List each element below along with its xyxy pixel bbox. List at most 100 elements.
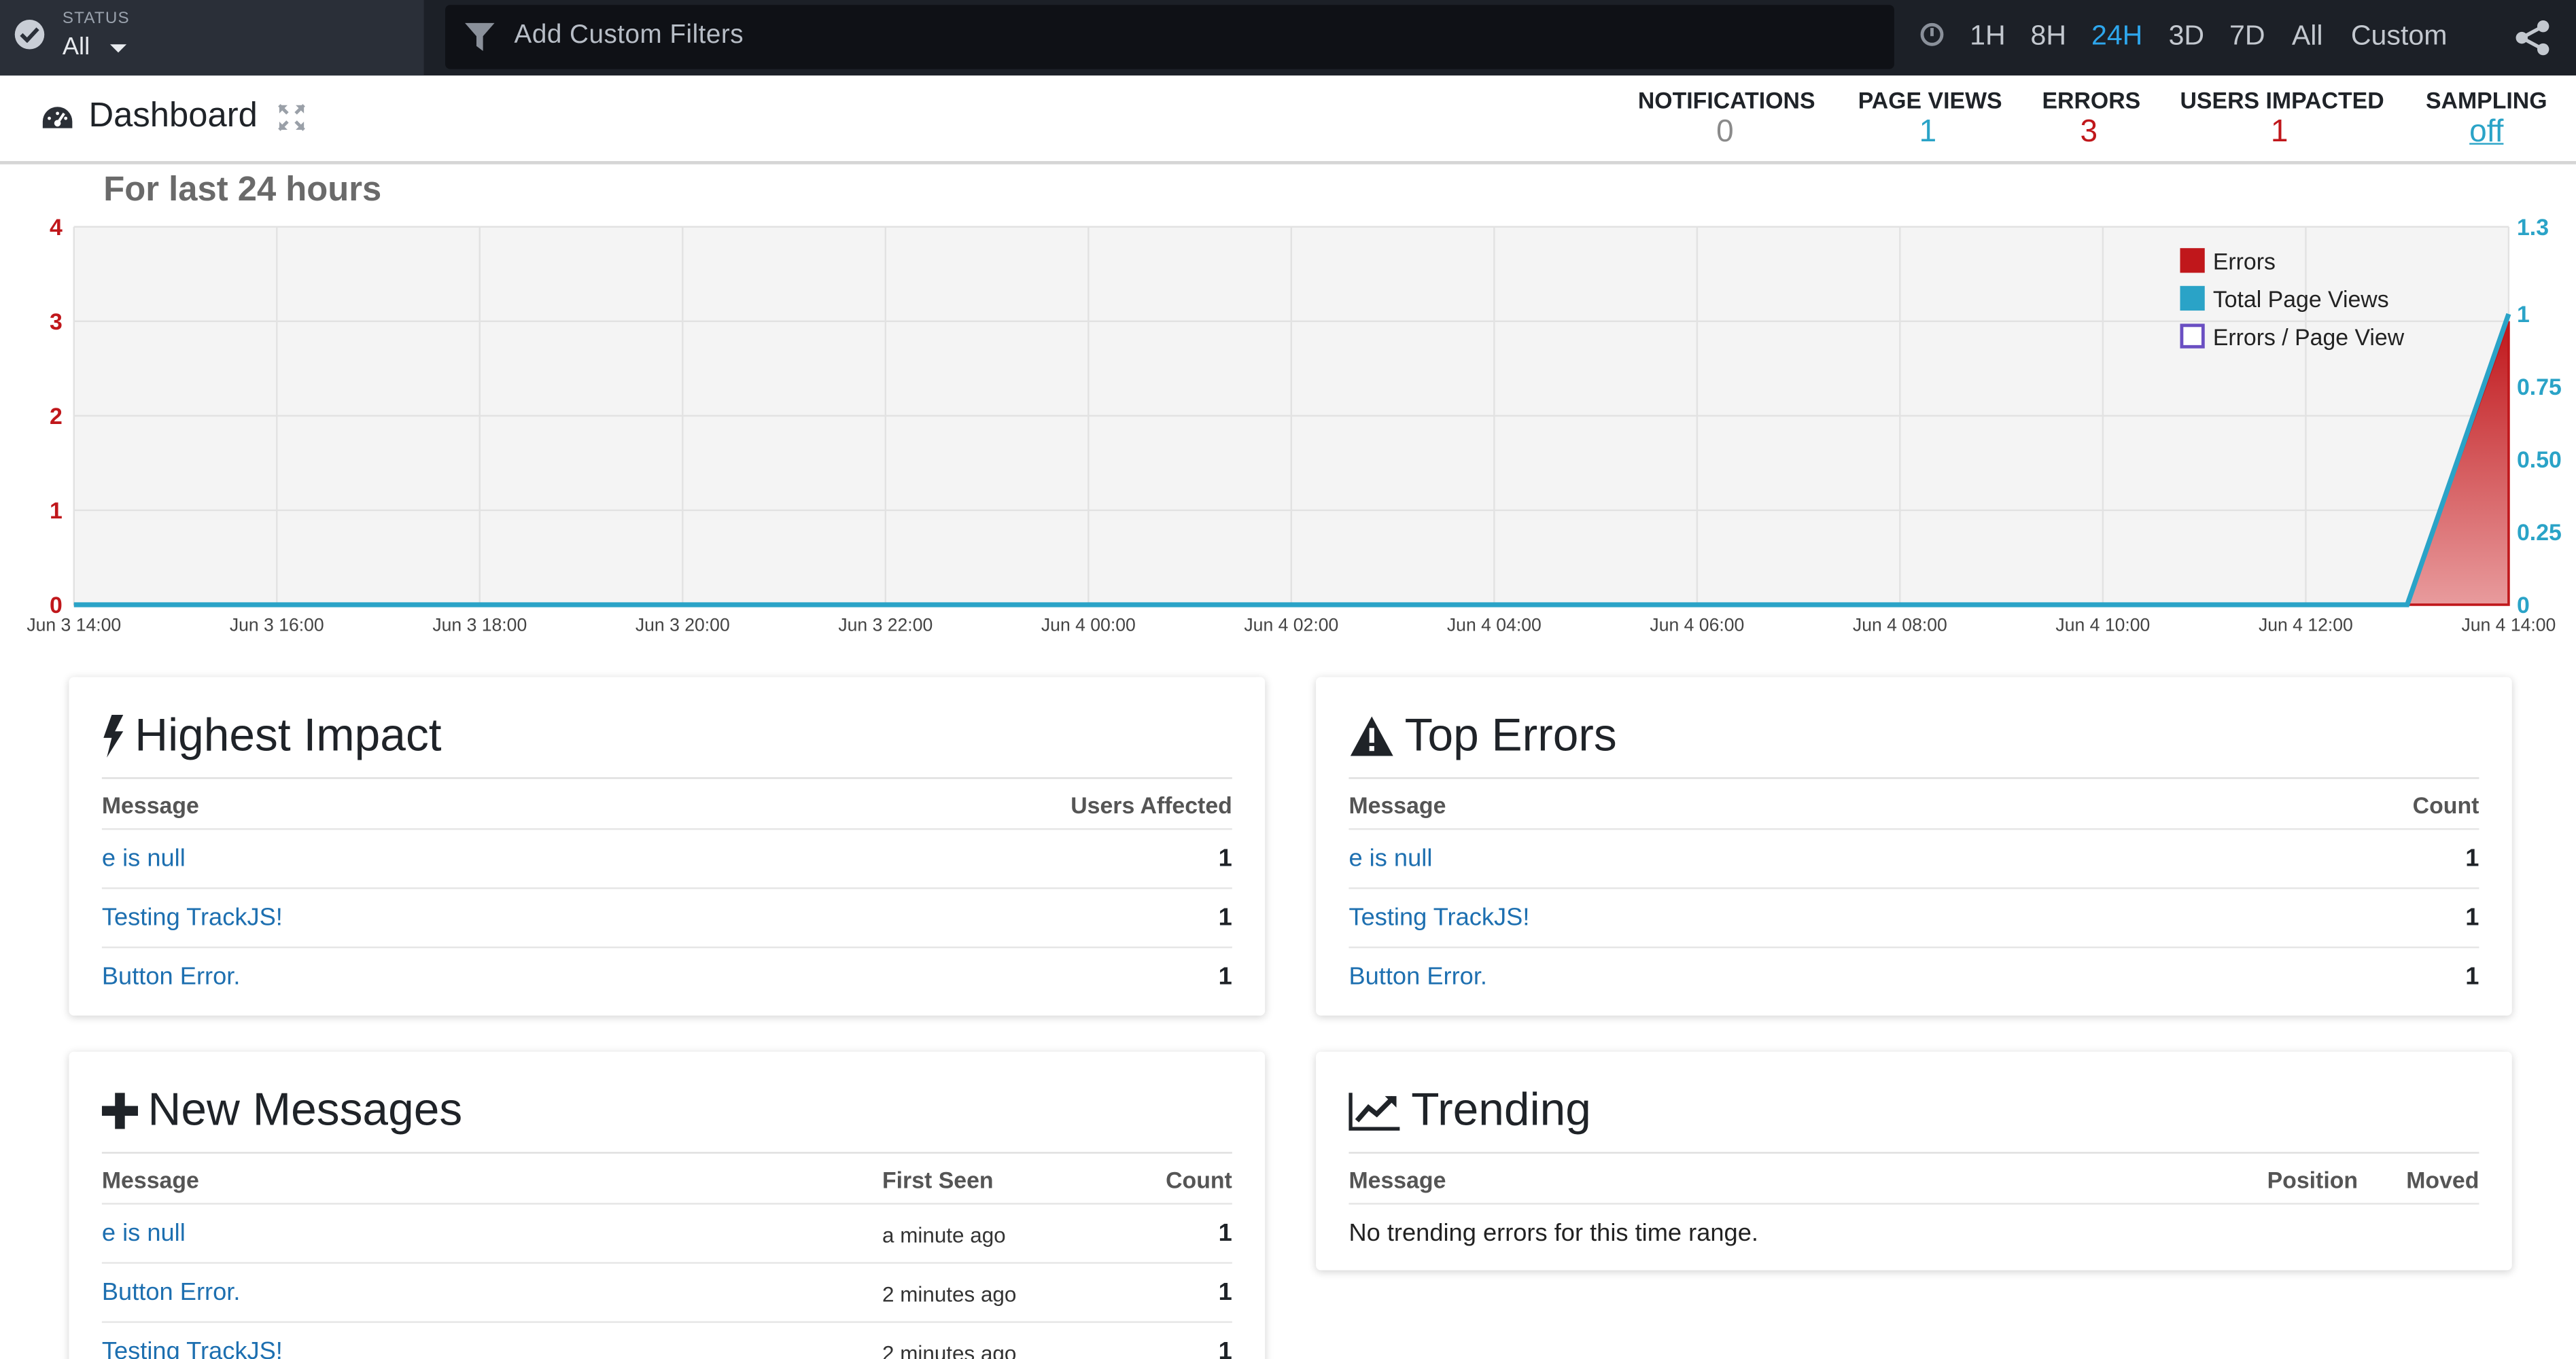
range-24h[interactable]: 24H: [2091, 20, 2142, 52]
table-row: Button Error. 1: [102, 948, 1232, 1006]
panel-new-messages: New Messages Message First Seen Count e …: [69, 1051, 1266, 1359]
column-header[interactable]: Position: [2267, 1167, 2359, 1193]
panel-title: Highest Impact: [102, 707, 442, 762]
range-custom[interactable]: Custom: [2351, 20, 2448, 52]
table-row: Testing TrackJS! 2 minutes ago 1: [102, 1323, 1232, 1359]
errors-chart: 0123400.250.500.7511.3Jun 3 14:00 Jun 3 1…: [27, 215, 2562, 635]
y-right-tick-label: 0.25: [2517, 520, 2562, 546]
panel-trending: Trending Message Position Moved No trend…: [1316, 1051, 2512, 1271]
legend-label: Total Page Views: [2213, 287, 2389, 313]
table-header: Message First Seen Count: [101, 1154, 1232, 1205]
plus-icon: [101, 1092, 139, 1129]
trending-chart-icon: [1348, 1092, 1400, 1130]
stat-label: ERRORS: [2042, 87, 2141, 113]
x-tick-label: Jun 3 20:00: [636, 615, 730, 635]
page-title: Dashboard: [88, 96, 258, 135]
stat-label: USERS IMPACTED: [2180, 87, 2384, 113]
y-left-tick-label: 1: [50, 498, 63, 524]
column-header[interactable]: Count: [2413, 792, 2479, 819]
range-8h[interactable]: 8H: [2031, 20, 2067, 52]
error-message-link[interactable]: e is null: [102, 1219, 186, 1247]
x-tick-label: Jun 4 02:00: [1244, 615, 1338, 635]
highest-impact-table: Message Users Affected e is null 1 Testi…: [101, 777, 1232, 1006]
error-message-link[interactable]: e is null: [1348, 845, 1432, 872]
stat-errors[interactable]: ERRORS 3: [2042, 87, 2141, 151]
table-row: No trending errors for this time range.: [1348, 1205, 2479, 1263]
stat-label: SAMPLING: [2425, 87, 2547, 113]
x-tick-label: Jun 4 08:00: [1853, 615, 1947, 635]
y-left-tick-label: 2: [50, 404, 63, 429]
empty-state-message: No trending errors for this time range.: [1348, 1219, 1758, 1248]
column-header[interactable]: Message: [1348, 792, 1446, 819]
error-message-link[interactable]: Button Error.: [102, 963, 241, 991]
status-filter[interactable]: STATUS All: [0, 0, 424, 76]
users-affected-count: 1: [1218, 845, 1232, 873]
column-header[interactable]: Users Affected: [1071, 792, 1232, 819]
column-header[interactable]: First Seen: [882, 1167, 994, 1193]
stat-page-views[interactable]: PAGE VIEWS 1: [1858, 87, 2002, 151]
filter-placeholder: Add Custom Filters: [514, 21, 744, 50]
error-count: 1: [2465, 904, 2479, 932]
stat-label: PAGE VIEWS: [1858, 87, 2002, 113]
y-right-tick-label: 1: [2517, 302, 2530, 328]
filter-icon: [465, 22, 495, 51]
expand-icon[interactable]: [277, 103, 305, 131]
panel-title-text: Highest Impact: [135, 709, 442, 760]
status-label: STATUS: [62, 10, 130, 29]
message-count: 1: [1218, 1337, 1232, 1359]
clock-icon: [1920, 22, 1944, 46]
table-row: e is null a minute ago 1: [101, 1205, 1232, 1264]
stat-value[interactable]: off: [2425, 115, 2548, 151]
error-count: 1: [2465, 963, 2479, 991]
column-header[interactable]: Message: [102, 1167, 199, 1193]
chart-title: For last 24 hours: [103, 171, 382, 209]
stat-value: 3: [2080, 115, 2098, 150]
panel-title: Top Errors: [1348, 707, 1617, 762]
column-header[interactable]: Message: [102, 792, 199, 819]
first-seen-time: 2 minutes ago: [882, 1282, 1017, 1307]
custom-filter-input[interactable]: Add Custom Filters: [445, 5, 1894, 69]
panel-title: Trending: [1348, 1081, 1591, 1136]
range-1h[interactable]: 1H: [1970, 20, 2006, 52]
range-3d[interactable]: 3D: [2169, 20, 2205, 52]
table-row: Testing TrackJS! 1: [1348, 889, 2479, 949]
panel-highest-impact: Highest Impact Message Users Affected e …: [69, 677, 1266, 1016]
x-tick-label: Jun 3 22:00: [838, 615, 933, 635]
first-seen-time: a minute ago: [882, 1222, 1006, 1248]
y-left-tick-label: 3: [50, 309, 63, 335]
panel-title-text: Trending: [1411, 1084, 1591, 1135]
stat-users-impacted[interactable]: USERS IMPACTED 1: [2180, 87, 2384, 151]
chevron-down-icon: [109, 44, 127, 53]
dashboard-gauge-icon: [42, 107, 73, 128]
users-affected-count: 1: [1218, 904, 1232, 932]
table-row: Button Error. 2 minutes ago 1: [101, 1264, 1232, 1323]
top-errors-table: Message Count e is null 1 Testing TrackJ…: [1348, 777, 2479, 1006]
stat-sampling[interactable]: SAMPLING off: [2425, 87, 2548, 151]
table-header: Message Count: [1348, 779, 2479, 830]
column-header[interactable]: Count: [1166, 1167, 1232, 1193]
stat-value: 0: [1716, 115, 1734, 150]
error-message-link[interactable]: e is null: [102, 845, 186, 872]
error-message-link[interactable]: Testing TrackJS!: [102, 1338, 283, 1359]
share-icon[interactable]: [2513, 20, 2553, 56]
users-affected-count: 1: [1218, 963, 1232, 991]
x-tick-label: Jun 3 18:00: [432, 615, 527, 635]
range-7d[interactable]: 7D: [2229, 20, 2265, 52]
legend-label: Errors / Page View: [2213, 325, 2405, 351]
stat-label: NOTIFICATIONS: [1637, 87, 1815, 113]
lightning-bolt-icon: [103, 714, 124, 757]
stat-notifications[interactable]: NOTIFICATIONS 0: [1637, 87, 1815, 151]
x-tick-label: Jun 4 12:00: [2259, 615, 2353, 635]
error-message-link[interactable]: Testing TrackJS!: [102, 904, 283, 932]
column-header[interactable]: Moved: [2406, 1167, 2479, 1193]
dashboard-header: Dashboard NOTIFICATIONS 0 PAGE VIEWS 1 E…: [0, 75, 2576, 164]
error-message-link[interactable]: Testing TrackJS!: [1348, 904, 1529, 932]
column-header[interactable]: Message: [1348, 1167, 1446, 1193]
error-message-link[interactable]: Button Error.: [102, 1279, 241, 1307]
table-row: e is null 1: [1348, 830, 2479, 889]
range-all[interactable]: All: [2292, 20, 2323, 52]
error-message-link[interactable]: Button Error.: [1348, 963, 1487, 991]
legend-label: Errors: [2213, 249, 2276, 275]
check-circle-icon: [14, 20, 45, 50]
warning-triangle-icon: [1350, 716, 1393, 756]
